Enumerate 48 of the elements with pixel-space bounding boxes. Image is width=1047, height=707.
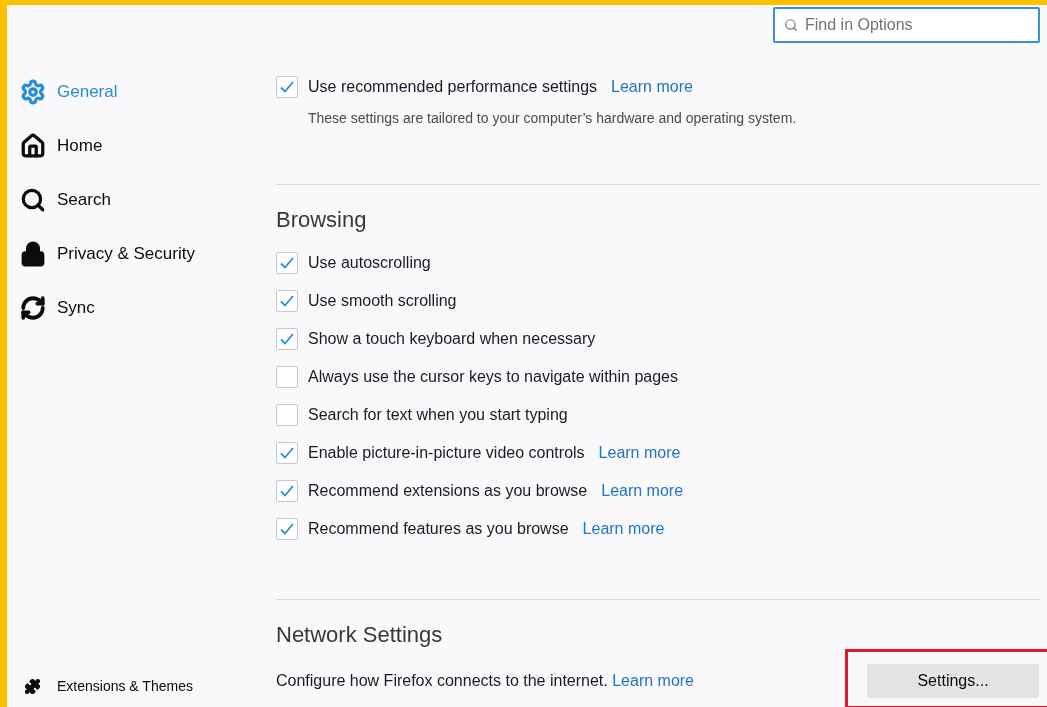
option-label: Show a touch keyboard when necessary [308,329,596,349]
learn-more-link[interactable]: Learn more [611,78,693,95]
checkbox[interactable] [276,518,298,540]
sidebar-item[interactable]: Privacy & Security [7,227,276,281]
option-label: Enable picture-in-picture video controls [308,443,585,463]
search-icon [20,187,46,213]
checkbox[interactable] [276,290,298,312]
checkbox[interactable] [276,76,298,98]
sidebar-item[interactable]: Sync [7,281,276,335]
checkbox[interactable] [276,252,298,274]
learn-more-link[interactable]: Learn more [612,672,694,689]
option-label: Recommend extensions as you browse [308,481,588,501]
sidebar-item[interactable]: Home [7,119,276,173]
sync-icon [20,295,46,321]
checkmark-icon [280,447,294,459]
checkbox[interactable] [276,404,298,426]
search-field[interactable]: Find in Options [773,7,1040,43]
checkmark-icon [280,485,294,497]
description-text: Configure how Firefox connects to the internet. Learn more [276,671,694,691]
search-icon [784,18,798,32]
checkbox[interactable] [276,366,298,388]
option-label: Use autoscrolling [308,253,431,273]
gear-icon [20,79,46,105]
option-label: Always use the cursor keys to navigate within pages [308,367,678,387]
checkbox[interactable] [276,480,298,502]
checkmark-icon [280,81,294,93]
learn-more-link[interactable]: Learn more [601,482,684,499]
checkmark-icon [280,333,294,345]
checkmark-icon [280,523,294,535]
learn-more-link[interactable]: Learn more [598,444,681,461]
option-label: Use smooth scrolling [308,291,457,311]
section-heading: Browsing [276,206,368,234]
sidebar-item[interactable]: Extensions & Themes [7,667,276,705]
checkbox[interactable] [276,328,298,350]
sidebar-item[interactable]: Search [7,173,276,227]
description-text: These settings are tailored to your computer’s hardware and operating system. [307,109,798,128]
option-label: Recommend features as you browse [308,519,569,539]
checkmark-icon [280,257,294,269]
lock-icon [20,241,46,267]
settings-button[interactable]: Settings... [867,664,1039,698]
checkmark-icon [280,295,294,307]
puzzle-icon [24,677,41,695]
option-label: Search for text when you start typing [308,405,568,425]
learn-more-link[interactable]: Learn more [582,520,665,537]
checkbox[interactable] [276,442,298,464]
house-icon [20,133,46,159]
section-heading: Network Settings [276,621,444,649]
option-label: Use recommended performance settings [308,77,598,97]
